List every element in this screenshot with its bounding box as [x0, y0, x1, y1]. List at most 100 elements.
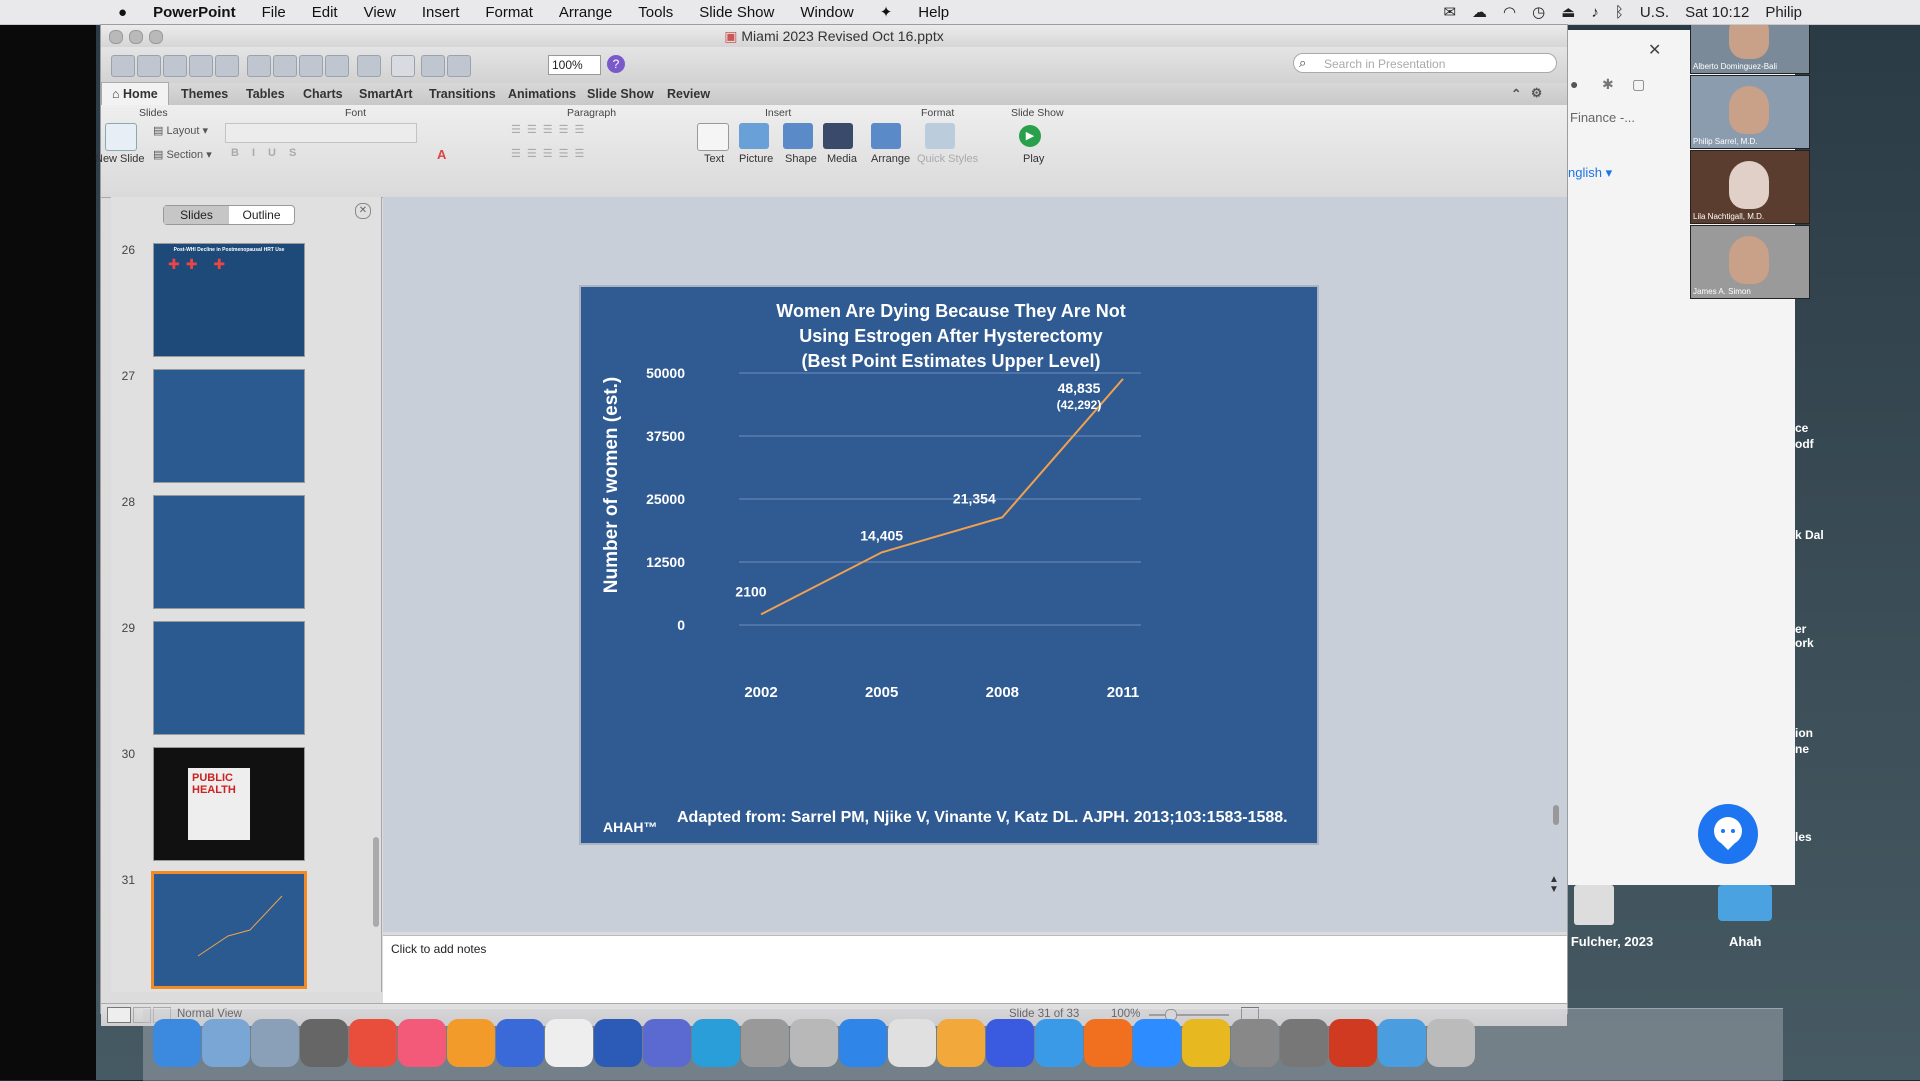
- tab-themes[interactable]: Themes: [181, 83, 228, 105]
- paste-icon[interactable]: [299, 55, 323, 77]
- mail-icon[interactable]: ✉: [1443, 3, 1456, 21]
- gallery-icon[interactable]: [447, 55, 471, 77]
- notes-pane[interactable]: Click to add notes: [383, 935, 1567, 1006]
- show-hide-icon[interactable]: [421, 55, 445, 77]
- shape-button[interactable]: Shape: [785, 153, 817, 165]
- slide-thumbnail-28[interactable]: [153, 495, 305, 609]
- shape-icon[interactable]: [783, 123, 813, 149]
- picture-icon[interactable]: [739, 123, 769, 149]
- close-icon[interactable]: ✕: [1648, 40, 1661, 60]
- slides-scrollbar[interactable]: [373, 837, 379, 927]
- normal-view-icon[interactable]: [107, 1007, 131, 1023]
- copy-icon[interactable]: [273, 55, 297, 77]
- extension-icon[interactable]: ✱: [1602, 76, 1614, 93]
- dock-books-icon[interactable]: [447, 1019, 495, 1067]
- play-button[interactable]: Play: [1023, 153, 1044, 165]
- minimize-window-button[interactable]: [129, 30, 143, 44]
- new-slide-icon[interactable]: [105, 123, 137, 151]
- dock-textedit-icon[interactable]: [545, 1019, 593, 1067]
- location-icon[interactable]: ●: [1570, 76, 1578, 92]
- dock-word-icon[interactable]: [594, 1019, 642, 1067]
- video-tile-4[interactable]: James A. Simon: [1690, 225, 1810, 299]
- slide-thumbnail-27[interactable]: [153, 369, 305, 483]
- input-locale[interactable]: U.S.: [1640, 4, 1669, 21]
- collapse-ribbon-icon[interactable]: ⌃: [1511, 86, 1521, 101]
- current-slide[interactable]: Women Are Dying Because They Are Not Usi…: [579, 285, 1319, 845]
- dock-messenger-icon[interactable]: [986, 1019, 1034, 1067]
- slide-thumbnail-29[interactable]: [153, 621, 305, 735]
- dock-chrome-icon[interactable]: [349, 1019, 397, 1067]
- arrange-icon[interactable]: [871, 123, 901, 149]
- menu-tools[interactable]: Tools: [625, 4, 686, 21]
- dock-keychain-icon[interactable]: [1280, 1019, 1328, 1067]
- video-tile-3[interactable]: Lila Nachtigall, M.D.: [1690, 150, 1810, 224]
- time-machine-icon[interactable]: ◷: [1532, 3, 1545, 21]
- menu-file[interactable]: File: [249, 4, 299, 21]
- dock-teams-icon[interactable]: [643, 1019, 691, 1067]
- desktop-file-icon[interactable]: [1574, 885, 1614, 925]
- dock-pages-icon[interactable]: [496, 1019, 544, 1067]
- menu-edit[interactable]: Edit: [299, 4, 351, 21]
- apple-menu-icon[interactable]: ●: [0, 4, 140, 21]
- format-painter-icon[interactable]: [325, 55, 349, 77]
- tab-animations[interactable]: Animations: [508, 83, 576, 105]
- tab-home[interactable]: ⌂ Home: [101, 82, 169, 105]
- tab-outline[interactable]: Outline: [229, 206, 294, 224]
- new-presentation-icon[interactable]: [111, 55, 135, 77]
- menu-format[interactable]: Format: [472, 4, 546, 21]
- clock[interactable]: Sat 10:12: [1685, 4, 1749, 21]
- dock-preview2-icon[interactable]: [888, 1019, 936, 1067]
- dock-zoom-icon[interactable]: [1133, 1019, 1181, 1067]
- text-box-icon[interactable]: [697, 123, 729, 151]
- tab-review[interactable]: Review: [667, 83, 710, 105]
- picture-button[interactable]: Picture: [739, 153, 773, 165]
- quick-styles-icon[interactable]: [925, 123, 955, 149]
- dock-powerpoint-icon[interactable]: [1329, 1019, 1377, 1067]
- font-color-icon[interactable]: A: [437, 147, 446, 162]
- dock-preview-icon[interactable]: [202, 1019, 250, 1067]
- chat-button[interactable]: [1698, 804, 1758, 864]
- new-slide-button[interactable]: New Slide: [95, 153, 145, 165]
- redo-icon[interactable]: [391, 55, 415, 77]
- close-pane-icon[interactable]: ✕: [355, 203, 371, 219]
- bluetooth-icon[interactable]: ᛒ: [1615, 4, 1624, 21]
- tab-slides[interactable]: Slides: [164, 206, 229, 224]
- desktop-file-label[interactable]: a Fulcher, 2023: [1560, 934, 1653, 949]
- dock-image-capture-icon[interactable]: [790, 1019, 838, 1067]
- zoom-window-button[interactable]: [149, 30, 163, 44]
- tab-charts[interactable]: Charts: [303, 83, 343, 105]
- script-menu-icon[interactable]: ✦: [867, 3, 906, 21]
- dock-messages-icon[interactable]: [1035, 1019, 1083, 1067]
- open-icon[interactable]: [163, 55, 187, 77]
- layout-button[interactable]: ▤ Layout ▾: [153, 124, 208, 137]
- dock-calculator-icon[interactable]: [741, 1019, 789, 1067]
- templates-icon[interactable]: [137, 55, 161, 77]
- text-button[interactable]: Text: [704, 153, 724, 165]
- sidebar-icon[interactable]: ▢: [1632, 76, 1645, 93]
- zoom-select[interactable]: 100%: [548, 55, 601, 75]
- help-icon[interactable]: ?: [607, 55, 625, 73]
- dock-firefox-icon[interactable]: [1084, 1019, 1132, 1067]
- close-window-button[interactable]: [109, 30, 123, 44]
- dock-c-icon[interactable]: [692, 1019, 740, 1067]
- user-name[interactable]: Philip: [1765, 4, 1802, 21]
- dock-system-preferences-icon[interactable]: [300, 1019, 348, 1067]
- slide-nav-arrows-icon[interactable]: ▲ ▼: [1549, 875, 1559, 895]
- tab-transitions[interactable]: Transitions: [429, 83, 496, 105]
- arrange-button[interactable]: Arrange: [871, 153, 910, 165]
- slide-thumbnail-26[interactable]: Post-WHI Decline in Postmenopausal HRT U…: [153, 243, 305, 357]
- ribbon-settings-icon[interactable]: ⚙: [1531, 85, 1542, 100]
- tab-smartart[interactable]: SmartArt: [359, 83, 413, 105]
- menu-help[interactable]: Help: [905, 4, 962, 21]
- media-icon[interactable]: [823, 123, 853, 149]
- tab-slide-show[interactable]: Slide Show: [587, 83, 654, 105]
- cut-icon[interactable]: [247, 55, 271, 77]
- play-icon[interactable]: ▶: [1019, 125, 1041, 147]
- section-button[interactable]: ▤ Section ▾: [153, 148, 212, 161]
- dock-safari-icon[interactable]: [839, 1019, 887, 1067]
- dock-photos-icon[interactable]: [251, 1019, 299, 1067]
- video-tile-2[interactable]: Philip Sarrel, M.D.: [1690, 75, 1810, 149]
- media-button[interactable]: Media: [827, 153, 857, 165]
- align-buttons[interactable]: ☰☰☰☰☰: [511, 147, 590, 160]
- menu-insert[interactable]: Insert: [409, 4, 473, 21]
